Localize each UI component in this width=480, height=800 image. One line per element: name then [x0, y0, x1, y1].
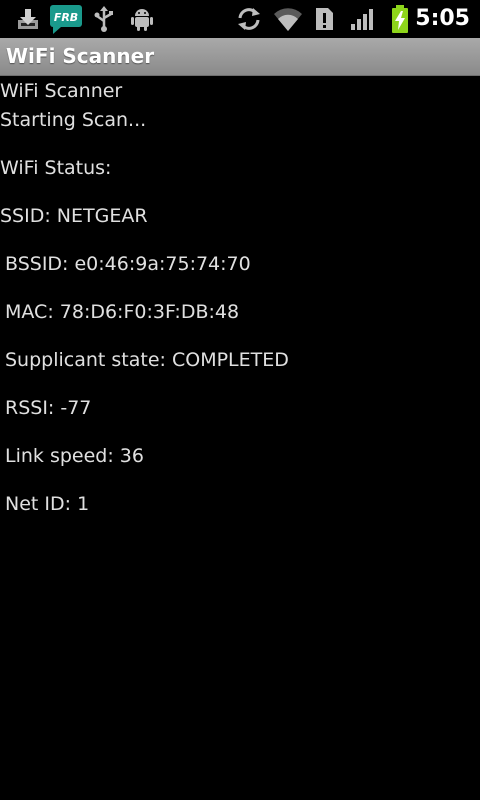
android-debug-icon	[128, 0, 156, 38]
download-icon	[14, 0, 42, 38]
fring-app-icon: FRB	[48, 0, 84, 38]
link-speed-text: Link speed: 36	[5, 445, 144, 467]
bssid-text: BSSID: e0:46:9a:75:74:70	[5, 253, 251, 275]
app-title: WiFi Scanner	[6, 44, 155, 68]
battery-charging-icon	[388, 0, 412, 38]
supplicant-state-text: Supplicant state: COMPLETED	[5, 349, 289, 371]
app-title-bar: WiFi Scanner	[0, 38, 480, 76]
app-name-text: WiFi Scanner	[0, 80, 123, 102]
status-bar: FRB 5:05	[0, 0, 480, 38]
wifi-status-label: WiFi Status:	[0, 157, 112, 179]
alert-icon	[312, 0, 336, 38]
net-id-text: Net ID: 1	[5, 493, 90, 515]
ssid-text: SSID: NETGEAR	[0, 205, 148, 227]
rssi-text: RSSI: -77	[5, 397, 92, 419]
status-clock: 5:05	[415, 6, 470, 31]
signal-icon	[348, 0, 378, 38]
wifi-icon	[272, 0, 304, 38]
notification-badge-text: FRB	[54, 11, 78, 24]
scan-status-text: Starting Scan...	[0, 109, 147, 131]
usb-icon	[92, 0, 116, 38]
sync-icon	[234, 0, 264, 38]
mac-text: MAC: 78:D6:F0:3F:DB:48	[5, 301, 240, 323]
